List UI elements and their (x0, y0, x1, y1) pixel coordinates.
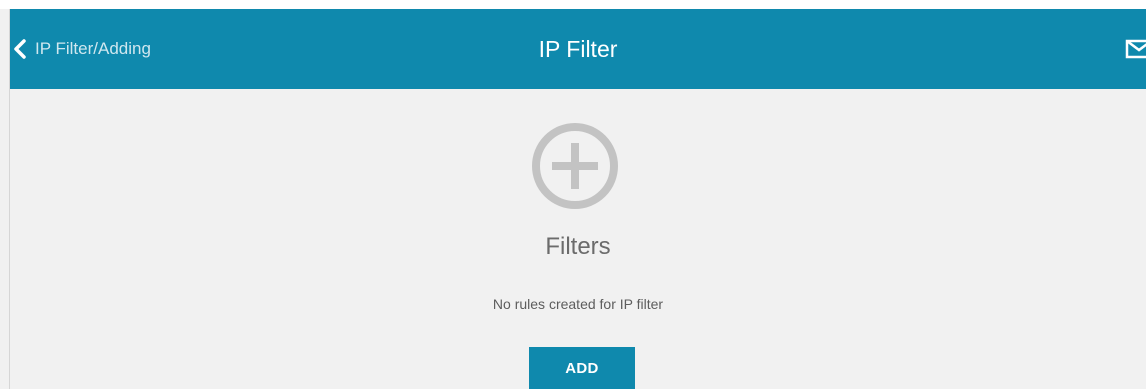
back-link[interactable]: IP Filter/Adding (10, 9, 151, 89)
page-title: IP Filter (538, 36, 618, 62)
add-button[interactable]: ADD (529, 347, 635, 389)
app-frame: IP Filter/Adding IP Filter Filters No ru… (0, 9, 1146, 389)
mail-icon (1124, 39, 1146, 61)
section-title: Filters (545, 233, 611, 260)
chevron-left-icon (12, 38, 28, 60)
back-link-label: IP Filter/Adding (35, 39, 151, 58)
main-content: Filters No rules created for IP filter A… (10, 89, 1146, 389)
header-bar: IP Filter/Adding IP Filter (10, 9, 1146, 89)
plus-circle-icon[interactable] (530, 121, 620, 211)
empty-state-message: No rules created for IP filter (492, 296, 664, 312)
mail-button[interactable] (1124, 37, 1146, 61)
